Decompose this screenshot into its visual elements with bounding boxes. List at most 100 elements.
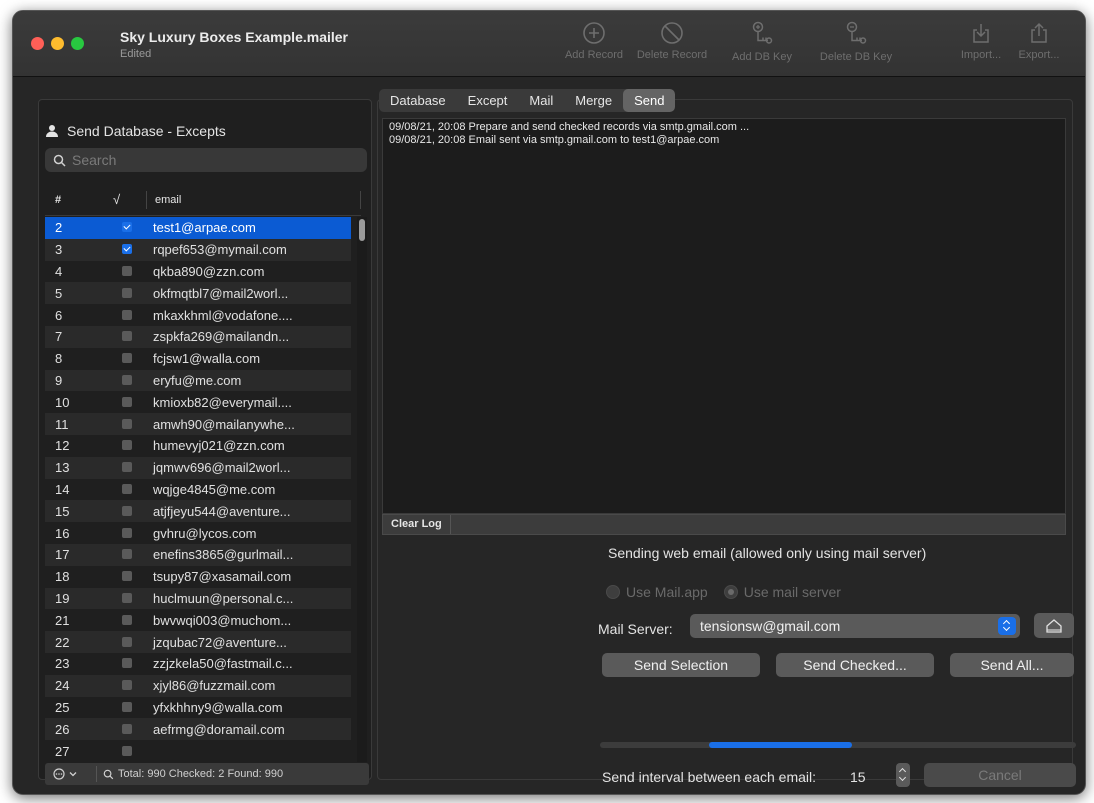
table-scrollbar[interactable] — [357, 217, 367, 762]
table-row[interactable]: 3 rqpef653@mymail.com — [45, 238, 351, 261]
table-row[interactable]: 17 enefins3865@gurlmail... — [45, 543, 351, 566]
delete-record-label: Delete Record — [636, 49, 708, 61]
tab-database[interactable]: Database — [379, 89, 457, 112]
cancel-button[interactable]: Cancel — [924, 763, 1076, 787]
row-checkbox[interactable] — [122, 396, 132, 407]
row-checkbox[interactable] — [122, 636, 132, 647]
row-checkbox[interactable] — [122, 287, 132, 298]
table-row[interactable]: 26 aefrmg@doramail.com — [45, 718, 351, 741]
add-db-key-button[interactable]: Add DB Key — [727, 21, 797, 73]
table-row[interactable]: 6 mkaxkhml@vodafone.... — [45, 304, 351, 326]
scrollbar-thumb[interactable] — [359, 219, 365, 241]
table-row[interactable]: 9 eryfu@me.com — [45, 369, 351, 392]
plus-circle-icon — [583, 22, 605, 44]
row-checkbox[interactable] — [122, 374, 132, 385]
row-checkbox[interactable] — [122, 483, 132, 494]
row-checkbox[interactable] — [122, 418, 132, 429]
table-row[interactable]: 22 jzqubac72@aventure... — [45, 631, 351, 653]
table-row[interactable]: 25 yfxkhhny9@walla.com — [45, 697, 351, 719]
use-mail-server-radio[interactable]: Use mail server — [723, 584, 841, 600]
table-row[interactable]: 21 bwvwqi003@muchom... — [45, 609, 351, 631]
row-checkbox[interactable] — [122, 680, 132, 691]
filter-search-icon[interactable] — [97, 769, 118, 780]
mail-server-settings-button[interactable] — [1034, 613, 1074, 638]
row-number: 22 — [55, 634, 70, 650]
table-row[interactable]: 18 tsupy87@xasamail.com — [45, 566, 351, 588]
row-checkbox[interactable] — [122, 658, 132, 669]
table-row[interactable]: 27 — [45, 740, 351, 762]
row-checkbox-cell — [107, 351, 147, 366]
column-header-number[interactable]: # — [45, 194, 107, 206]
send-interval-stepper[interactable] — [896, 763, 910, 787]
row-checkbox[interactable] — [122, 549, 132, 560]
row-checkbox[interactable] — [122, 723, 132, 734]
row-checkbox[interactable] — [122, 592, 132, 603]
row-checkbox[interactable] — [122, 331, 132, 342]
row-checkbox[interactable] — [122, 440, 132, 451]
search-field[interactable]: Search — [45, 148, 367, 172]
row-number: 25 — [55, 699, 70, 715]
record-counts: Total: 990 Checked: 2 Found: 990 — [118, 768, 284, 780]
row-checkbox[interactable] — [122, 222, 132, 233]
row-checkbox[interactable] — [122, 527, 132, 538]
row-checkbox-cell — [107, 417, 147, 432]
tab-except[interactable]: Except — [457, 89, 519, 112]
row-checkbox[interactable] — [122, 309, 132, 320]
send-checked-button[interactable]: Send Checked... — [776, 653, 934, 677]
row-checkbox-cell — [107, 438, 147, 453]
row-checkbox[interactable] — [122, 571, 132, 582]
row-checkbox[interactable] — [122, 701, 132, 712]
table-row[interactable]: 11 amwh90@mailanywhe... — [45, 413, 351, 435]
updown-chevron-icon — [998, 617, 1016, 635]
export-button[interactable]: Export... — [1011, 21, 1067, 73]
table-row[interactable]: 4 qkba890@zzn.com — [45, 261, 351, 283]
table-row[interactable]: 24 xjyl86@fuzzmail.com — [45, 674, 351, 697]
column-header-email[interactable]: email — [147, 190, 361, 209]
action-menu-button[interactable] — [45, 766, 97, 782]
table-row[interactable]: 7 zspkfa269@mailandn... — [45, 325, 351, 348]
table-row[interactable]: 10 kmioxb82@everymail.... — [45, 391, 351, 413]
minimize-window-button[interactable] — [51, 37, 64, 50]
row-checkbox[interactable] — [122, 265, 132, 276]
send-selection-button[interactable]: Send Selection — [602, 653, 760, 677]
add-record-button[interactable]: Add Record — [559, 21, 629, 73]
row-checkbox[interactable] — [122, 505, 132, 516]
row-checkbox[interactable] — [122, 353, 132, 364]
table-row[interactable]: 23 zzjzkela50@fastmail.c... — [45, 653, 351, 675]
send-all-button[interactable]: Send All... — [950, 653, 1074, 677]
row-checkbox[interactable] — [122, 614, 132, 625]
table-row[interactable]: 16 gvhru@lycos.com — [45, 522, 351, 544]
import-button[interactable]: Import... — [953, 21, 1009, 73]
table-row[interactable]: 15 atjfjeyu544@aventure... — [45, 500, 351, 523]
ellipsis-circle-icon — [53, 768, 65, 780]
table-row[interactable]: 12 humevyj021@zzn.com — [45, 435, 351, 457]
table-row[interactable]: 13 jqmwv696@mail2worl... — [45, 456, 351, 479]
clear-log-button[interactable]: Clear Log — [383, 515, 451, 534]
tab-mail[interactable]: Mail — [518, 89, 564, 112]
tab-merge[interactable]: Merge — [564, 89, 623, 112]
mail-server-select[interactable]: tensionsw@gmail.com — [690, 614, 1020, 638]
row-number: 5 — [55, 285, 63, 301]
delete-db-key-label: Delete DB Key — [819, 51, 893, 63]
table-row[interactable]: 14 wqjge4845@me.com — [45, 479, 351, 501]
table-row[interactable]: 5 okfmqtbl7@mail2worl... — [45, 282, 351, 305]
table-row[interactable]: 2 test1@arpae.com — [45, 217, 351, 239]
row-checkbox[interactable] — [122, 745, 132, 756]
zoom-window-button[interactable] — [71, 37, 84, 50]
column-header-check[interactable]: √ — [107, 190, 147, 209]
row-checkbox-cell — [107, 591, 147, 606]
home-icon — [1046, 618, 1062, 633]
row-email: fcjsw1@walla.com — [153, 351, 261, 367]
use-mail-app-radio[interactable]: Use Mail.app — [606, 584, 708, 600]
tab-send[interactable]: Send — [623, 89, 676, 112]
delete-db-key-button[interactable]: Delete DB Key — [813, 21, 899, 73]
delete-record-button[interactable]: Delete Record — [627, 21, 717, 73]
row-checkbox[interactable] — [122, 462, 132, 473]
row-number: 14 — [55, 481, 70, 497]
row-checkbox-cell — [107, 569, 147, 584]
table-row[interactable]: 8 fcjsw1@walla.com — [45, 348, 351, 370]
row-number: 11 — [55, 416, 69, 432]
close-window-button[interactable] — [31, 37, 44, 50]
table-row[interactable]: 19 huclmuun@personal.c... — [45, 587, 351, 610]
row-checkbox[interactable] — [122, 244, 132, 255]
